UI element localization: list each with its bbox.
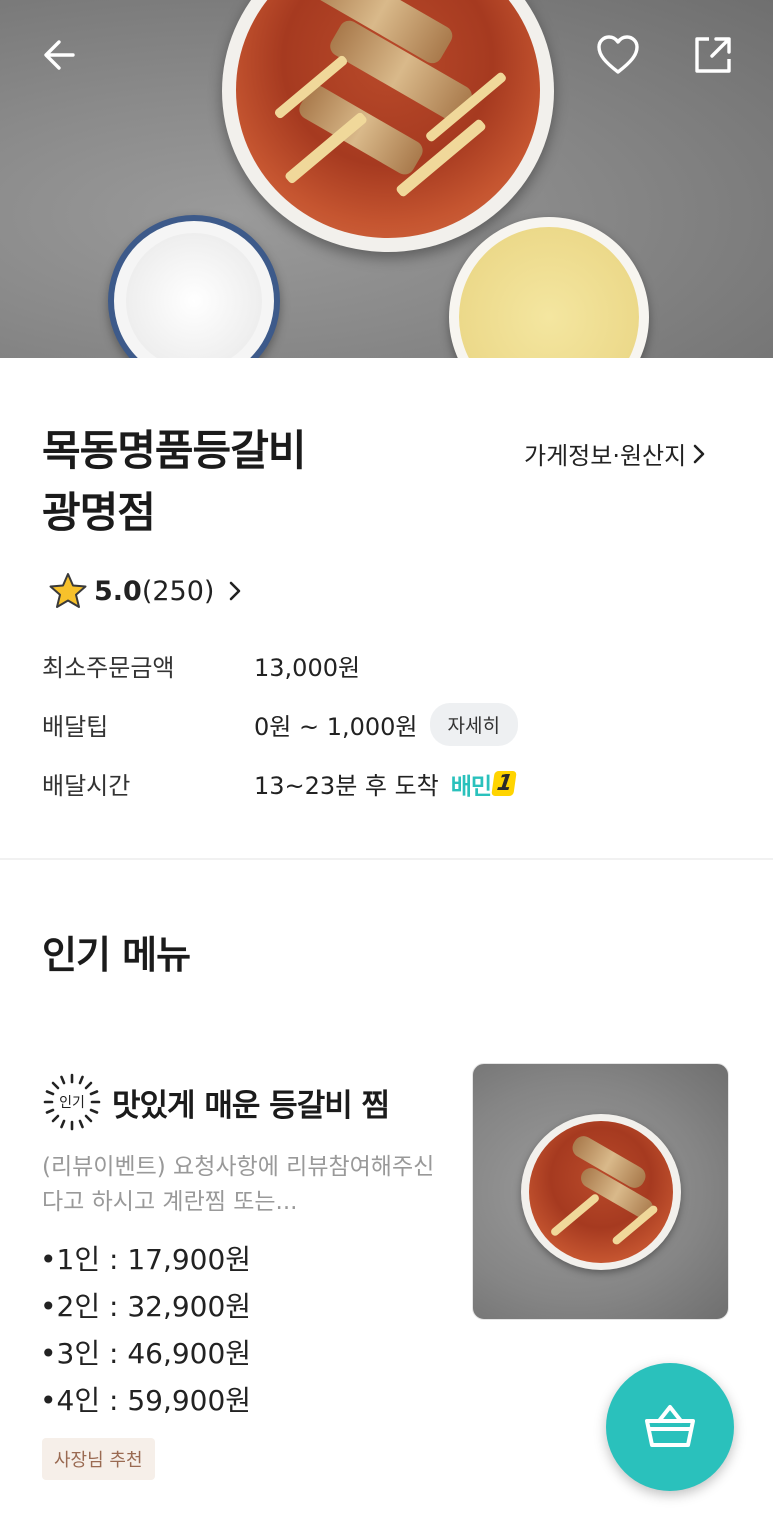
chevron-right-icon xyxy=(693,444,705,463)
store-info-origin-link[interactable]: 가게정보·원산지 xyxy=(524,436,706,471)
delivery-tip-row: 배달팁 0원 ~ 1,000원 자세히 xyxy=(42,703,518,746)
steamed-egg-bowl xyxy=(449,217,649,358)
cart-button[interactable] xyxy=(606,1363,734,1491)
section-divider xyxy=(0,858,773,860)
popular-menu-title: 인기 메뉴 xyxy=(42,933,191,977)
price-option: •4인 : 59,900원 xyxy=(40,1384,252,1417)
min-order-row: 최소주문금액 13,000원 xyxy=(42,648,360,683)
delivery-time-value: 13~23분 후 도착 xyxy=(254,772,439,800)
price-option: •2인 : 32,900원 xyxy=(40,1290,252,1323)
share-button[interactable] xyxy=(688,30,738,80)
delivery-tip-label: 배달팁 xyxy=(42,713,109,741)
popular-badge-label: 인기 xyxy=(59,1095,85,1111)
store-info-origin-label: 가게정보·원산지 xyxy=(524,442,687,470)
price-option: •3인 : 46,900원 xyxy=(40,1337,252,1370)
baemin1-text: 배민 xyxy=(450,773,492,800)
rib-stew-pot xyxy=(222,0,554,252)
chevron-right-icon xyxy=(230,581,241,601)
menu-item-name: 맛있게 매운 등갈비 찜 xyxy=(112,1087,390,1124)
share-icon xyxy=(695,37,731,73)
review-count: (250) xyxy=(141,575,215,607)
menu-price-list: •1인 : 17,900원 •2인 : 32,900원 •3인 : 46,900… xyxy=(40,1236,251,1424)
menu-item-title-row[interactable]: 인기 맛있게 매운 등갈비 찜 xyxy=(42,1072,390,1132)
delivery-tip-detail-button[interactable]: 자세히 xyxy=(429,703,518,746)
heart-icon xyxy=(597,35,639,74)
shopping-basket-icon xyxy=(645,1405,695,1447)
store-name-line2: 광명점 xyxy=(42,488,156,537)
delivery-time-row: 배달시간 13~23분 후 도착 배민 1 xyxy=(42,766,518,801)
rating-link[interactable]: 5.0 (250) xyxy=(48,572,242,610)
arrow-left-icon xyxy=(44,40,75,70)
owner-recommend-tag: 사장님 추천 xyxy=(42,1438,155,1480)
delivery-tip-value: 0원 ~ 1,000원 xyxy=(254,713,418,741)
min-order-label: 최소주문금액 xyxy=(42,654,175,682)
back-button[interactable] xyxy=(34,30,84,80)
price-option: •1인 : 17,900원 xyxy=(40,1243,252,1276)
menu-item-photo[interactable] xyxy=(472,1063,729,1320)
store-name-line1: 목동명품등갈비 xyxy=(42,426,306,475)
store-hero-image xyxy=(0,0,773,358)
rice-bowl xyxy=(108,215,280,358)
store-name: 목동명품등갈비 광명점 xyxy=(42,420,306,544)
popular-badge: 인기 xyxy=(42,1072,102,1132)
rating-score: 5.0 xyxy=(94,575,142,607)
star-icon xyxy=(49,573,87,608)
delivery-time-label: 배달시간 xyxy=(42,772,131,800)
menu-item-description: (리뷰이벤트) 요청사항에 리뷰참여해주신다고 하시고 계란찜 또는... xyxy=(42,1154,435,1215)
favorite-button[interactable] xyxy=(593,30,643,80)
min-order-value: 13,000원 xyxy=(254,654,361,682)
baemin1-number: 1 xyxy=(491,771,518,796)
baemin1-logo: 배민 1 xyxy=(450,767,518,801)
